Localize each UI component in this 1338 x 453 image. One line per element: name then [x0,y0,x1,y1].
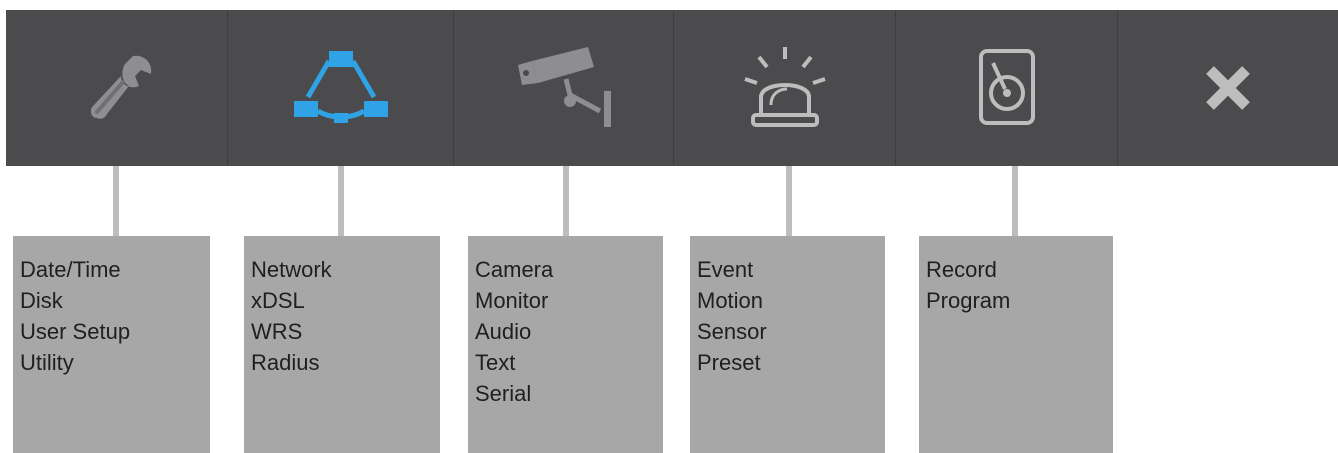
menu-item-user-setup[interactable]: User Setup [20,316,210,347]
menu-item-text[interactable]: Text [475,347,663,378]
menu-item-program[interactable]: Program [926,285,1113,316]
network-setup-button[interactable] [228,10,454,166]
menu-item-event[interactable]: Event [697,254,885,285]
menu-item-network[interactable]: Network [251,254,440,285]
system-submenu: Date/Time Disk User Setup Utility [13,236,210,453]
system-setup-button[interactable] [6,10,228,166]
menu-item-serial[interactable]: Serial [475,378,663,409]
connector-line [786,166,792,236]
menu-item-camera[interactable]: Camera [475,254,663,285]
menu-item-utility[interactable]: Utility [20,347,210,378]
event-submenu: Event Motion Sensor Preset [690,236,885,453]
connector-line [113,166,119,236]
menu-item-audio[interactable]: Audio [475,316,663,347]
connector-line [338,166,344,236]
event-setup-button[interactable] [674,10,896,166]
menu-item-wrs[interactable]: WRS [251,316,440,347]
close-button[interactable] [1118,10,1338,166]
record-setup-button[interactable] [896,10,1118,166]
menu-item-preset[interactable]: Preset [697,347,885,378]
menu-item-motion[interactable]: Motion [697,285,885,316]
connector-line [1012,166,1018,236]
main-toolbar [6,10,1338,166]
close-icon [1206,66,1250,110]
device-submenu: Camera Monitor Audio Text Serial [468,236,663,453]
camera-icon [517,47,611,127]
connector-line [563,166,569,236]
menu-item-xdsl[interactable]: xDSL [251,285,440,316]
wrench-icon [90,55,151,119]
menu-item-sensor[interactable]: Sensor [697,316,885,347]
network-submenu: Network xDSL WRS Radius [244,236,440,453]
alarm-icon [743,47,826,127]
menu-item-date-time[interactable]: Date/Time [20,254,210,285]
hard-disk-icon [978,49,1035,125]
network-icon [293,51,388,123]
menu-item-monitor[interactable]: Monitor [475,285,663,316]
menu-item-disk[interactable]: Disk [20,285,210,316]
device-setup-button[interactable] [454,10,674,166]
menu-item-record[interactable]: Record [926,254,1113,285]
menu-item-radius[interactable]: Radius [251,347,440,378]
record-submenu: Record Program [919,236,1113,453]
